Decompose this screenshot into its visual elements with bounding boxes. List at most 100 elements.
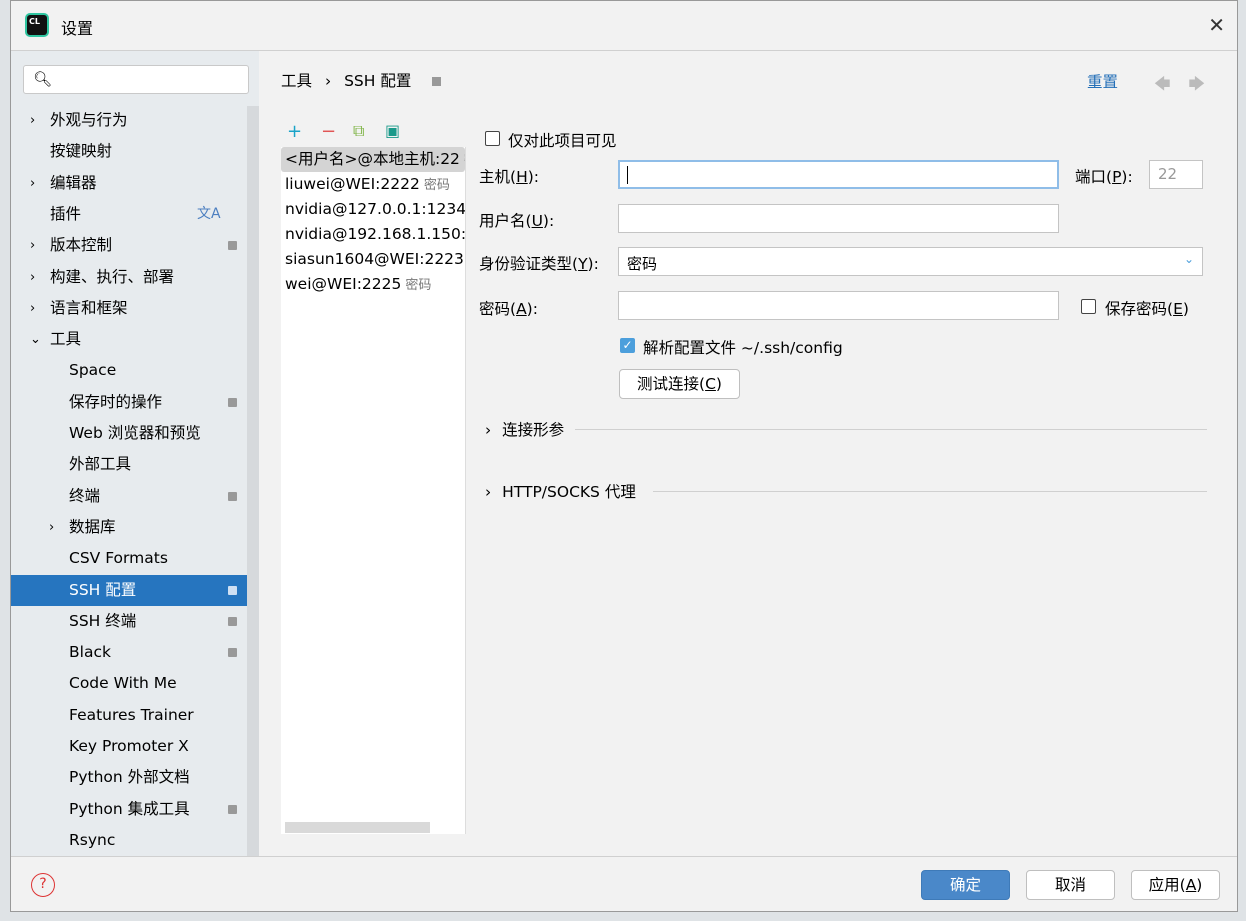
chevron-right-icon: ›: [49, 519, 55, 535]
list-item[interactable]: wei@WEI:2225 密码: [281, 272, 465, 297]
list-item[interactable]: nvidia@192.168.1.150:22: [281, 222, 465, 247]
breadcrumb-current: SSH 配置: [344, 72, 412, 90]
save-password-label: 保存密码(E): [1105, 300, 1189, 318]
list-item[interactable]: siasun1604@WEI:2223密码: [281, 247, 465, 272]
sidebar-item[interactable]: › 外观与行为: [11, 105, 259, 136]
save-password-checkbox[interactable]: [1081, 299, 1096, 314]
sidebar-item-label: 保存时的操作: [69, 392, 163, 411]
sidebar-item[interactable]: Python 外部文档: [11, 762, 259, 793]
project-only-label: 仅对此项目可见: [508, 132, 617, 150]
close-icon[interactable]: ✕: [1208, 13, 1225, 37]
sidebar-item[interactable]: › 构建、执行、部署: [11, 262, 259, 293]
app-logo-icon: CL: [27, 15, 47, 35]
sidebar-item-label: Black: [69, 643, 111, 662]
parse-config-checkbox[interactable]: ✓: [620, 338, 635, 353]
reset-link[interactable]: 重置: [1087, 70, 1118, 92]
sidebar-item-label: Rsync: [69, 830, 116, 849]
sidebar-item[interactable]: Features Trainer: [11, 700, 259, 731]
sidebar-item[interactable]: Web 浏览器和预览: [11, 418, 259, 449]
sidebar-item[interactable]: Python 集成工具: [11, 794, 259, 825]
host-label: 主机(H):: [479, 168, 539, 186]
sidebar-item[interactable]: Rsync: [11, 825, 259, 856]
forward-arrow-icon[interactable]: 🡆: [1189, 74, 1224, 93]
nav-arrows: 🡄🡆: [1154, 73, 1223, 100]
sidebar-item[interactable]: 插件 文A: [11, 199, 259, 230]
auth-type-label: 身份验证类型(Y):: [479, 255, 599, 273]
sidebar-item[interactable]: › 数据库: [11, 512, 259, 543]
sidebar-item-label: Features Trainer: [69, 705, 194, 724]
remove-icon[interactable]: −: [321, 121, 336, 142]
sidebar-item[interactable]: ⌄ 工具: [11, 324, 259, 355]
host-input[interactable]: [618, 160, 1059, 189]
port-input[interactable]: 22: [1149, 160, 1203, 189]
sidebar-item[interactable]: SSH 终端: [11, 606, 259, 637]
ssh-host: siasun1604@WEI:2223: [285, 250, 464, 268]
translate-icon: 文A: [197, 205, 221, 222]
ssh-host: <用户名>@本地主机:22: [285, 150, 460, 168]
help-icon[interactable]: ?: [31, 873, 55, 897]
chevron-right-icon: ›: [30, 175, 36, 191]
project-badge-icon: [228, 616, 237, 626]
list-item[interactable]: nvidia@127.0.0.1:12345: [281, 197, 465, 222]
connection-params-section[interactable]: › 连接形参: [485, 418, 1207, 440]
list-horizontal-scrollbar[interactable]: [285, 822, 430, 833]
sidebar-item[interactable]: › 编辑器: [11, 168, 259, 199]
sidebar-item-label: 构建、执行、部署: [50, 267, 175, 286]
project-only-checkbox[interactable]: [485, 131, 500, 146]
sidebar-scrollbar[interactable]: [247, 106, 259, 856]
sidebar-item[interactable]: CSV Formats: [11, 543, 259, 574]
sidebar-item-label: 数据库: [69, 517, 116, 536]
cancel-button[interactable]: 取消: [1026, 870, 1115, 900]
sidebar-item[interactable]: 终端: [11, 481, 259, 512]
chevron-right-icon: ›: [485, 421, 492, 439]
project-badge-icon: [228, 648, 237, 658]
list-item[interactable]: <用户名>@本地主机:22 密码: [281, 147, 465, 172]
sidebar-item[interactable]: 按键映射: [11, 136, 259, 167]
import-icon[interactable]: ▣: [385, 121, 400, 140]
add-icon[interactable]: +: [287, 121, 302, 142]
project-badge-icon: [228, 804, 237, 814]
sidebar-item[interactable]: 外部工具: [11, 449, 259, 480]
sidebar-item[interactable]: Code With Me: [11, 668, 259, 699]
password-input[interactable]: [618, 291, 1059, 320]
sidebar-item-label: 终端: [69, 486, 101, 505]
sidebar-item-label: Web 浏览器和预览: [69, 424, 201, 442]
test-connection-button[interactable]: 测试连接(C): [619, 369, 740, 399]
project-badge-icon: [432, 77, 442, 86]
chevron-right-icon: ›: [485, 483, 492, 501]
parse-config-label: 解析配置文件 ~/.ssh/config: [643, 339, 843, 357]
sidebar-item-label: Python 集成工具: [69, 799, 190, 818]
sidebar-item-label: 工具: [50, 330, 82, 349]
title-bar: CL 设置 ✕: [11, 1, 1237, 51]
sidebar-item[interactable]: Space: [11, 355, 259, 386]
project-badge-icon: [228, 397, 237, 407]
auth-type: 密码: [464, 153, 465, 168]
username-input[interactable]: [618, 204, 1059, 233]
sidebar-item[interactable]: Black: [11, 637, 259, 668]
sidebar-item-label: Code With Me: [69, 674, 177, 693]
sidebar-item[interactable]: › 语言和框架: [11, 293, 259, 324]
sidebar-item-label: Python 外部文档: [69, 768, 190, 787]
breadcrumb-parent[interactable]: 工具: [281, 72, 312, 90]
footer: ? 确定 取消 应用(A): [11, 856, 1237, 913]
sidebar-item[interactable]: Key Promoter X: [11, 731, 259, 762]
sidebar-item[interactable]: SSH 配置: [11, 574, 259, 606]
ok-button[interactable]: 确定: [921, 870, 1010, 900]
sidebar-item[interactable]: › 版本控制: [11, 230, 259, 261]
ssh-config-list: <用户名>@本地主机:22密码liuwei@WEI:2222密码nvidia@1…: [281, 147, 466, 834]
search-input[interactable]: 🔍︎: [23, 65, 249, 94]
back-arrow-icon[interactable]: 🡄: [1154, 74, 1189, 93]
auth-type-select[interactable]: 密码 ⌄: [618, 247, 1203, 276]
sidebar-item-label: SSH 配置: [69, 580, 137, 599]
chevron-right-icon: ›: [30, 238, 36, 254]
proxy-section[interactable]: › HTTP/SOCKS 代理: [485, 480, 1207, 502]
chevron-down-icon: ⌄: [30, 332, 41, 348]
list-item[interactable]: liuwei@WEI:2222 密码: [281, 172, 465, 197]
apply-button[interactable]: 应用(A): [1131, 870, 1220, 900]
auth-type: 密码: [405, 278, 432, 293]
sidebar-item[interactable]: 保存时的操作: [11, 387, 259, 418]
copy-icon[interactable]: ⧉: [353, 121, 364, 141]
sidebar-item-label: 外部工具: [69, 455, 132, 474]
settings-dialog: CL 设置 ✕ 🔍︎ › 外观与行为 按键映射 › 编辑器 插件 文A › 版本控制 › 构建、执行…: [10, 0, 1238, 912]
sidebar-item-label: Key Promoter X: [69, 737, 189, 755]
